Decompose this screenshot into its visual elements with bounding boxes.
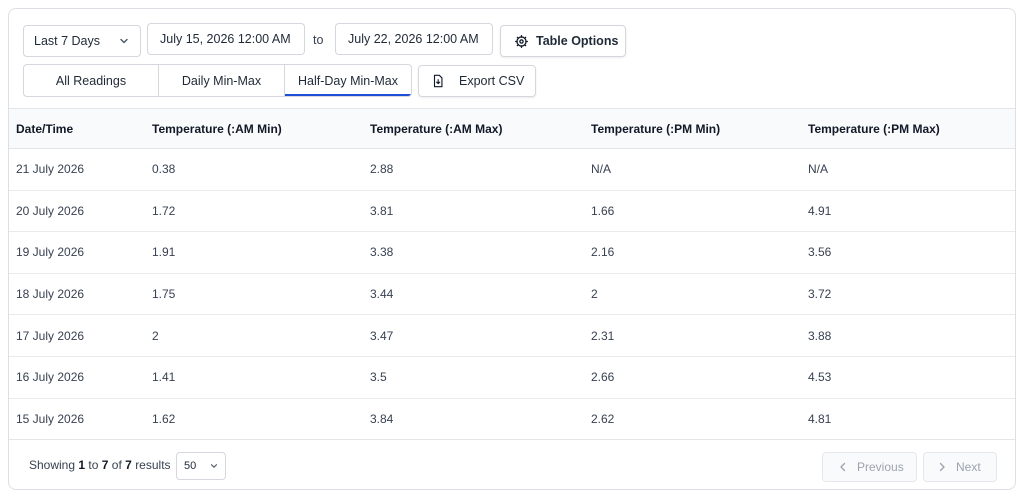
cell-am-min: 1.72 xyxy=(152,203,176,218)
gear-icon xyxy=(515,34,528,48)
cell-pm-min: 2.66 xyxy=(591,370,615,385)
tab-daily-min-max[interactable]: Daily Min-Max xyxy=(159,65,285,96)
start-date-value: July 15, 2026 12:00 AM xyxy=(160,32,291,46)
chevron-right-icon xyxy=(939,462,945,472)
previous-label: Previous xyxy=(857,460,904,474)
end-date-value: July 22, 2026 12:00 AM xyxy=(348,32,479,46)
cell-datetime: 15 July 2026 xyxy=(16,412,85,427)
cell-am-max: 3.81 xyxy=(370,203,394,218)
date-range-to-label: to xyxy=(313,33,324,47)
table-row: 21 July 2026 0.38 2.88 N/A N/A xyxy=(9,149,1015,191)
chevron-down-icon xyxy=(210,464,218,468)
cell-am-max: 3.38 xyxy=(370,245,394,260)
cell-datetime: 17 July 2026 xyxy=(16,328,85,343)
cell-pm-max: 3.88 xyxy=(808,328,832,343)
cell-pm-max: N/A xyxy=(808,162,829,177)
table-row: 17 July 2026 2 3.47 2.31 3.88 xyxy=(9,315,1015,357)
table-footer: Showing 1 to 7 of 7 results 50 Previous … xyxy=(9,439,1015,489)
results-total: 7 xyxy=(125,458,132,472)
cell-datetime: 19 July 2026 xyxy=(16,245,85,260)
cell-pm-min: 2.16 xyxy=(591,245,615,260)
cell-am-max: 3.84 xyxy=(370,412,394,427)
cell-pm-max: 4.91 xyxy=(808,203,832,218)
cell-pm-max: 4.81 xyxy=(808,412,832,427)
export-csv-label: Export CSV xyxy=(459,74,525,88)
cell-am-min: 1.75 xyxy=(152,287,176,302)
readings-card: Last 7 Days July 15, 2026 12:00 AM to Ju… xyxy=(8,8,1016,490)
column-header-am-min: Temperature (:AM Min) xyxy=(152,121,282,136)
date-range-select[interactable]: Last 7 Days xyxy=(23,25,141,57)
next-label: Next xyxy=(956,460,981,474)
tab-label: Half-Day Min-Max xyxy=(297,73,398,88)
table-options-button[interactable]: Table Options xyxy=(500,25,626,57)
cell-datetime: 18 July 2026 xyxy=(16,287,85,302)
cell-am-min: 1.91 xyxy=(152,245,176,260)
results-summary: Showing 1 to 7 of 7 results xyxy=(29,458,171,472)
results-word: results xyxy=(135,458,171,472)
column-header-pm-min: Temperature (:PM Min) xyxy=(591,121,721,136)
table-header: Date/Time Temperature (:AM Min) Temperat… xyxy=(9,109,1015,149)
cell-datetime: 21 July 2026 xyxy=(16,162,85,177)
previous-page-button[interactable]: Previous xyxy=(822,452,917,482)
range-to: 7 xyxy=(101,458,109,472)
cell-datetime: 20 July 2026 xyxy=(16,203,85,218)
cell-am-min: 1.62 xyxy=(152,412,176,427)
table-row: 16 July 2026 1.41 3.5 2.66 4.53 xyxy=(9,357,1015,399)
tab-all-readings[interactable]: All Readings xyxy=(24,65,159,96)
file-download-icon xyxy=(433,74,443,88)
table-controls: Last 7 Days July 15, 2026 12:00 AM to Ju… xyxy=(9,9,1015,109)
export-csv-button[interactable]: Export CSV xyxy=(418,65,536,97)
tab-label: All Readings xyxy=(55,73,127,88)
cell-am-min: 1.41 xyxy=(152,370,176,385)
table-row: 15 July 2026 1.62 3.84 2.62 4.81 xyxy=(9,399,1015,441)
per-page-value: 50 xyxy=(184,460,197,472)
cell-am-max: 3.47 xyxy=(370,328,394,343)
cell-pm-min: 2 xyxy=(591,287,598,302)
readings-table: Date/Time Temperature (:AM Min) Temperat… xyxy=(9,108,1015,440)
cell-pm-min: N/A xyxy=(591,162,612,177)
column-header-am-max: Temperature (:AM Max) xyxy=(370,121,503,136)
column-header-pm-max: Temperature (:PM Max) xyxy=(808,121,940,136)
cell-pm-min: 1.66 xyxy=(591,203,615,218)
date-range-select-label: Last 7 Days xyxy=(34,34,101,48)
cell-am-max: 3.44 xyxy=(370,287,394,302)
view-tabs: All Readings Daily Min-Max Half-Day Min-… xyxy=(23,64,412,97)
tab-label: Daily Min-Max xyxy=(181,73,262,88)
to-word: to xyxy=(88,458,99,472)
cell-pm-min: 2.31 xyxy=(591,328,615,343)
next-page-button[interactable]: Next xyxy=(923,452,997,482)
column-header-datetime: Date/Time xyxy=(16,121,74,136)
end-date-input[interactable]: July 22, 2026 12:00 AM xyxy=(335,23,493,55)
cell-pm-max: 3.72 xyxy=(808,287,832,302)
of-word: of xyxy=(111,458,122,472)
cell-pm-max: 3.56 xyxy=(808,245,832,260)
table-row: 18 July 2026 1.75 3.44 2 3.72 xyxy=(9,274,1015,316)
cell-am-max: 3.5 xyxy=(370,370,387,385)
tab-half-day-min-max[interactable]: Half-Day Min-Max xyxy=(285,65,411,96)
chevron-left-icon xyxy=(840,462,846,472)
table-row: 19 July 2026 1.91 3.38 2.16 3.56 xyxy=(9,232,1015,274)
cell-am-min: 2 xyxy=(152,328,159,343)
cell-datetime: 16 July 2026 xyxy=(16,370,85,385)
cell-pm-max: 4.53 xyxy=(808,370,832,385)
cell-am-min: 0.38 xyxy=(152,162,176,177)
per-page-select[interactable]: 50 xyxy=(176,452,226,480)
start-date-input[interactable]: July 15, 2026 12:00 AM xyxy=(147,23,305,55)
chevron-down-icon xyxy=(120,38,128,44)
table-row: 20 July 2026 1.72 3.81 1.66 4.91 xyxy=(9,191,1015,233)
range-from: 1 xyxy=(78,458,86,472)
cell-am-max: 2.88 xyxy=(370,162,394,177)
table-options-label: Table Options xyxy=(536,34,619,48)
cell-pm-min: 2.62 xyxy=(591,412,615,427)
showing-prefix: Showing xyxy=(29,458,76,472)
